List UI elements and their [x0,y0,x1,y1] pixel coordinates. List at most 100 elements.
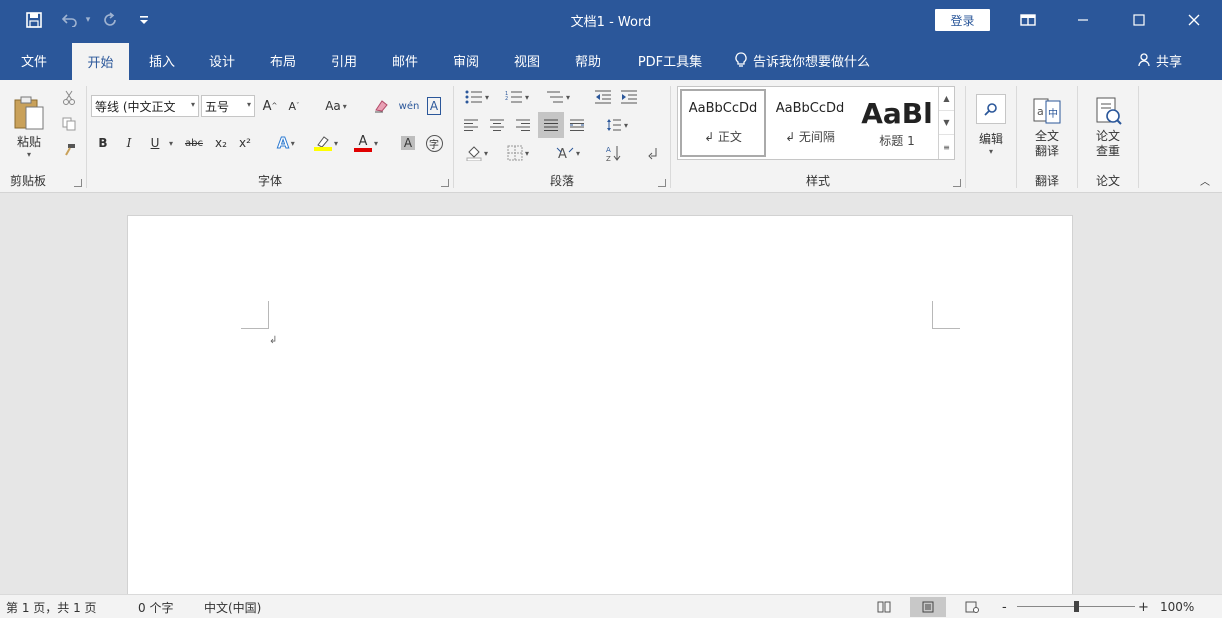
increase-indent-icon[interactable] [618,86,640,108]
enclose-characters-icon[interactable]: 字 [423,132,445,154]
chinese-layout-button[interactable]: A ▾ [550,142,586,164]
change-case-button[interactable]: Aa ▾ [317,95,355,117]
align-right-icon[interactable] [512,114,534,136]
title-bar: ▾ 文档1 - Word 登录 [0,0,1222,40]
tab-home[interactable]: 开始 [72,43,129,80]
styles-scroll-up-icon[interactable]: ▲ [939,87,954,111]
copy-icon[interactable] [58,113,80,135]
undo-icon[interactable] [58,8,82,32]
underline-button[interactable]: U [145,132,165,154]
collapse-ribbon-icon[interactable]: ︿ [1196,172,1214,188]
phonetic-guide-icon[interactable]: wén [397,95,421,117]
style-no-spacing[interactable]: AaBbCcDd ↲ 无间隔 [767,89,853,157]
align-center-icon[interactable] [486,114,508,136]
document-page[interactable]: ↲ [127,215,1073,600]
styles-more-icon[interactable]: ≡ [939,135,954,159]
page-count[interactable]: 第 1 页，共 1 页 [6,595,97,618]
sort-icon[interactable]: AZ [602,142,624,164]
login-button[interactable]: 登录 [935,9,990,31]
italic-button[interactable]: I [119,132,139,154]
shading-bucket-icon [466,145,482,161]
bold-button[interactable]: B [93,132,113,154]
align-left-icon[interactable] [460,114,482,136]
read-mode-icon[interactable] [866,597,902,617]
tab-pdf-tools[interactable]: PDF工具集 [628,40,712,80]
highlight-button[interactable]: ▾ [309,132,343,154]
character-border-icon[interactable]: A [423,95,445,117]
show-formatting-marks-icon[interactable] [642,142,664,164]
shrink-font-icon[interactable]: Aˇ [283,95,305,117]
font-name-combo[interactable]: 等线 (中文正文 ▾ [91,95,199,117]
language-status[interactable]: 中文(中国) [204,595,261,618]
superscript-button[interactable]: x² [235,132,255,154]
zoom-in-button[interactable]: + [1138,595,1149,618]
tell-me-search[interactable]: 告诉我你想要做什么 [735,40,870,80]
style-name: ↲ 正文 [704,130,742,144]
zoom-out-button[interactable]: - [1002,595,1007,618]
ribbon-tab-bar: 文件 开始 插入 设计 布局 引用 邮件 审阅 视图 帮助 PDF工具集 告诉我… [0,40,1222,80]
word-count[interactable]: 0 个字 [138,595,173,618]
distributed-icon[interactable] [566,114,588,136]
maximize-icon[interactable] [1119,6,1159,34]
justify-icon[interactable] [538,112,564,138]
group-label-paragraph: 段落 [549,174,574,188]
print-layout-icon[interactable] [910,597,946,617]
save-icon[interactable] [22,8,46,32]
subscript-button[interactable]: x₂ [211,132,231,154]
style-normal[interactable]: AaBbCcDd ↲ 正文 [680,89,766,157]
grow-font-icon[interactable]: A ^ [259,95,281,117]
underline-dropdown-icon[interactable]: ▾ [166,132,176,154]
line-spacing-button[interactable]: ▾ [600,114,634,136]
zoom-slider-thumb[interactable] [1073,601,1079,612]
paragraph-mark-icon: ↲ [269,335,278,346]
tab-file[interactable]: 文件 [6,40,62,80]
character-shading-icon[interactable]: A [397,132,419,154]
clear-formatting-icon[interactable] [369,95,393,117]
bullets-button[interactable]: ▾ [460,86,494,108]
cut-icon[interactable] [58,87,80,109]
tab-review[interactable]: 审阅 [440,40,492,80]
shading-button[interactable]: ▾ [460,142,494,164]
thesis-check-button[interactable]: 论文 查重 [1086,88,1130,166]
tab-references[interactable]: 引用 [318,40,370,80]
share-button[interactable]: 共享 [1138,40,1182,80]
zoom-level[interactable]: 100% [1160,595,1194,618]
strikethrough-button[interactable]: abc [181,132,207,154]
editing-label: 编辑 [978,132,1003,146]
tab-insert[interactable]: 插入 [136,40,188,80]
paste-label: 粘贴 [16,135,41,149]
multilevel-list-button[interactable]: ▾ [540,86,576,108]
editing-button[interactable]: 编辑 ▾ [972,88,1010,162]
zoom-slider[interactable] [1017,601,1135,612]
font-launcher-icon[interactable] [441,179,449,187]
text-effects-button[interactable]: A ▾ [271,132,301,154]
numbering-button[interactable]: 1 2 ▾ [500,86,534,108]
format-painter-icon[interactable] [58,139,80,161]
redo-icon[interactable] [98,8,122,32]
paragraph-launcher-icon[interactable] [658,179,666,187]
tab-help[interactable]: 帮助 [562,40,614,80]
undo-dropdown-icon[interactable]: ▾ [82,8,94,32]
clipboard-launcher-icon[interactable] [74,179,82,187]
minimize-icon[interactable] [1063,6,1103,34]
style-heading-1[interactable]: AaBl 标题 1 [854,89,940,157]
tab-view[interactable]: 视图 [501,40,553,80]
styles-scroll-down-icon[interactable]: ▼ [939,111,954,135]
tab-mailings[interactable]: 邮件 [379,40,431,80]
tab-design[interactable]: 设计 [196,40,248,80]
tab-layout[interactable]: 布局 [257,40,309,80]
ribbon-display-options-icon[interactable] [1008,6,1048,34]
full-text-translate-button[interactable]: a中 全文 翻译 [1025,88,1069,166]
bullets-dropdown-icon: ▾ [484,92,489,102]
web-layout-icon[interactable] [954,597,990,617]
borders-button[interactable]: ▾ [500,142,536,164]
paste-button[interactable]: 粘贴 ▾ [6,86,52,168]
styles-gallery: AaBbCcDd ↲ 正文 AaBbCcDd ↲ 无间隔 AaBl 标题 1 ▲… [677,86,955,160]
customize-qat-icon[interactable] [136,8,152,32]
group-thesis: 论文 查重 论文 [1078,80,1138,193]
styles-launcher-icon[interactable] [953,179,961,187]
font-color-button[interactable]: A ▾ [349,132,383,154]
font-size-combo[interactable]: 五号 ▾ [201,95,255,117]
close-icon[interactable] [1174,6,1214,34]
decrease-indent-icon[interactable] [592,86,614,108]
